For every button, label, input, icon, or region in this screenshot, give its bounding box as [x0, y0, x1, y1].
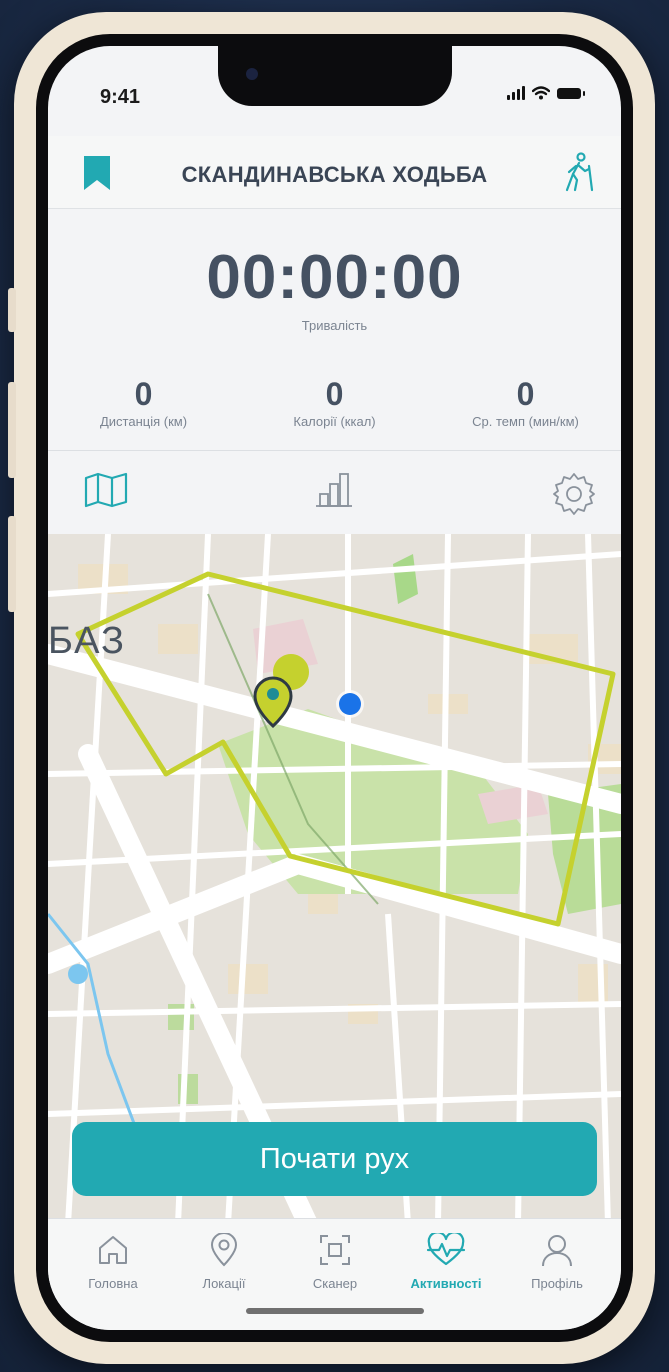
location-pin-icon — [210, 1232, 238, 1267]
nav-item-activities[interactable]: Активності — [391, 1231, 501, 1291]
stat-label: Калорії (ккал) — [293, 414, 376, 429]
mute-switch — [8, 288, 16, 332]
stat-calories: 0 Калорії (ккал) — [239, 376, 430, 429]
map-district-label: БАЗ — [48, 620, 126, 662]
nav-label: Головна — [88, 1276, 138, 1291]
stat-distance: 0 Дистанція (км) — [48, 376, 239, 429]
nav-item-profile[interactable]: Профіль — [502, 1233, 612, 1291]
status-time: 9:41 — [100, 86, 141, 108]
scanner-icon — [320, 1235, 350, 1265]
nav-label: Активності — [410, 1276, 482, 1291]
nav-item-scanner[interactable]: Сканер — [280, 1233, 390, 1291]
bar-chart-icon[interactable] — [314, 472, 354, 508]
stat-label: Дистанція (км) — [99, 414, 188, 429]
home-icon — [99, 1236, 127, 1264]
stat-value: 0 — [325, 376, 344, 412]
stat-pace: 0 Ср. темп (мин/км) — [430, 376, 621, 429]
nav-item-locations[interactable]: Локації — [169, 1232, 279, 1291]
user-icon — [542, 1235, 572, 1267]
nav-label: Локації — [202, 1276, 246, 1291]
battery-icon — [557, 87, 585, 99]
notch — [218, 46, 452, 106]
view-tabs — [48, 450, 621, 534]
stat-value: 0 — [134, 376, 153, 412]
route-map[interactable]: БАЗ — [48, 534, 621, 1224]
duration-timer: 00:00:00 — [206, 243, 463, 312]
map-icon[interactable] — [84, 472, 128, 508]
page-title: СКАНДИНАВСЬКА ХОДЬБА — [181, 162, 488, 187]
volume-up-button — [8, 382, 16, 478]
heart-pulse-icon — [426, 1231, 466, 1266]
phone-bezel: 9:41 СКАНДИНАВСЬКА ХОДЬБА 00:00:00 Трива… — [36, 34, 633, 1342]
nav-label: Профіль — [531, 1276, 583, 1291]
cellular-signal-icon — [507, 86, 525, 100]
volume-down-button — [8, 516, 16, 612]
start-activity-button[interactable]: Почати рух — [72, 1122, 597, 1196]
duration-label: Тривалість — [301, 318, 368, 333]
stat-label: Ср. темп (мин/км) — [472, 414, 579, 429]
front-camera — [246, 68, 258, 80]
current-location-dot — [339, 693, 361, 715]
app-header: СКАНДИНАВСЬКА ХОДЬБА — [48, 136, 621, 209]
nav-label: Сканер — [312, 1276, 358, 1291]
map-canvas — [48, 534, 621, 1224]
home-indicator[interactable] — [246, 1308, 424, 1314]
gear-icon[interactable] — [552, 472, 596, 516]
status-icons — [507, 86, 585, 100]
wifi-icon — [532, 86, 550, 100]
stat-value: 0 — [516, 376, 535, 412]
nordic-walking-icon[interactable] — [559, 152, 595, 192]
app-screen: 9:41 СКАНДИНАВСЬКА ХОДЬБА 00:00:00 Трива… — [48, 46, 621, 1330]
phone-frame: 9:41 СКАНДИНАВСЬКА ХОДЬБА 00:00:00 Трива… — [8, 12, 655, 1364]
nav-item-home[interactable]: Головна — [58, 1233, 168, 1291]
